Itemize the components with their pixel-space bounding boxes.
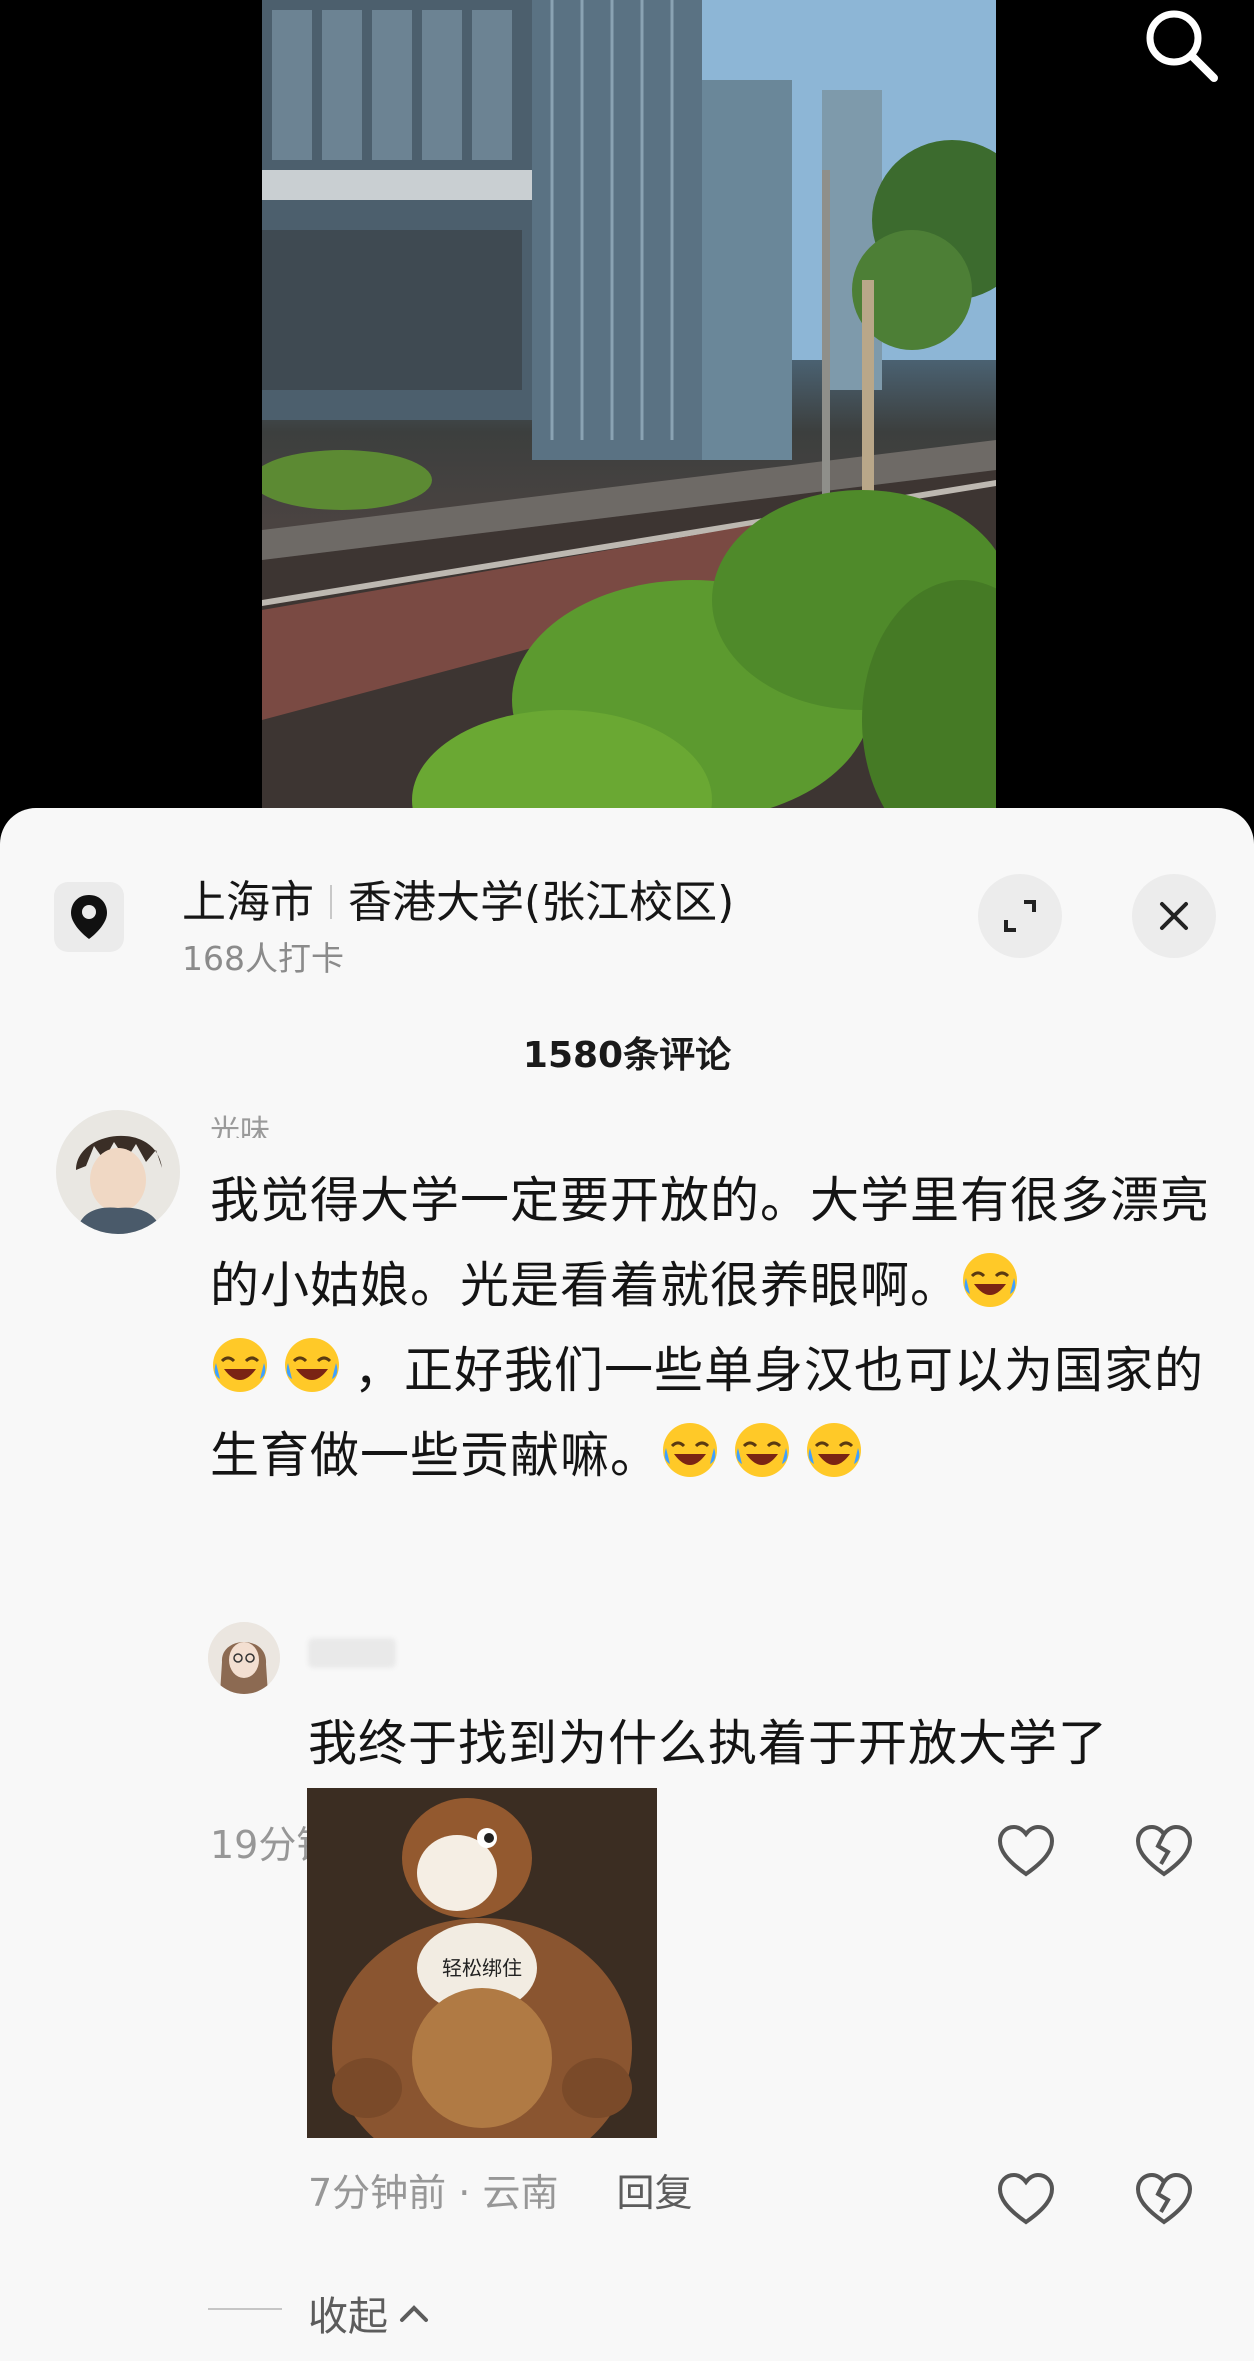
laugh-cry-emoji-icon <box>735 1423 790 1477</box>
like-button[interactable] <box>996 2170 1056 2230</box>
laugh-cry-emoji-icon <box>285 1338 339 1392</box>
close-icon <box>1160 902 1188 930</box>
expand-icon <box>1004 900 1036 932</box>
broken-heart-icon <box>1135 1824 1193 1877</box>
search-icon <box>1146 10 1218 82</box>
comments-sheet: 上海市 香港大学(张江校区) 168人打卡 1580条评论 光味 我觉得大学一定要… <box>0 808 1254 2361</box>
campus-street-scene <box>262 0 996 830</box>
dislike-button[interactable] <box>1134 1822 1194 1882</box>
close-button[interactable] <box>1132 874 1216 958</box>
collapse-button[interactable]: 收起 <box>308 2284 434 2342</box>
location-name: 香港大学(张江校区) <box>348 877 735 928</box>
chevron-up-icon <box>400 2305 428 2322</box>
dislike-button[interactable] <box>1134 2170 1194 2230</box>
location-city: 上海市 <box>182 877 314 928</box>
reply-button[interactable]: 回复 <box>616 2171 692 2215</box>
reply-text: 我终于找到为什么执着于开放大学了 <box>308 1715 1109 1772</box>
comment-count: 1580条评论 <box>522 1035 732 1076</box>
heart-icon <box>997 1824 1055 1877</box>
like-button[interactable] <box>996 1822 1056 1882</box>
reply-sticker-image[interactable]: 轻松绑住 <box>307 1788 657 2138</box>
meta-separator: · <box>446 2171 483 2215</box>
video-thumbnail[interactable] <box>262 0 996 830</box>
broken-heart-icon <box>1135 2172 1193 2225</box>
collapse-divider-line <box>208 2308 282 2310</box>
video-area <box>0 0 1254 830</box>
location-checkins: 168人打卡 <box>182 939 344 978</box>
reply-time: 7分钟前 <box>308 2171 447 2215</box>
search-button[interactable] <box>1140 4 1222 86</box>
heart-icon <box>997 2172 1055 2225</box>
avatar[interactable] <box>56 1110 180 1234</box>
location-pin-icon <box>71 895 107 939</box>
reply-avatar[interactable] <box>208 1622 280 1694</box>
laugh-cry-emoji-icon <box>663 1423 718 1477</box>
laugh-cry-emoji-icon <box>963 1253 1018 1307</box>
comment-text-part1: 我觉得大学一定要开放的。大学里有很多漂亮的小姑娘。光是看着就很养眼啊。 <box>210 1172 1211 1314</box>
avatar-image <box>208 1622 280 1694</box>
location-title[interactable]: 上海市 香港大学(张江校区) <box>182 866 734 930</box>
laugh-cry-emoji-icon <box>213 1338 267 1392</box>
avatar-image <box>56 1110 180 1234</box>
location-separator <box>330 885 332 919</box>
reply-username-blurred[interactable] <box>308 1638 396 1668</box>
laugh-cry-emoji-icon <box>807 1423 862 1477</box>
reply-region: 云南 <box>482 2171 559 2215</box>
comment-text: 我觉得大学一定要开放的。大学里有很多漂亮的小姑娘。光是看着就很养眼啊。 ，正好我… <box>210 1158 1210 1498</box>
expand-button[interactable] <box>978 874 1062 958</box>
location-pin-badge[interactable] <box>54 882 124 952</box>
collapse-label: 收起 <box>308 2294 388 2340</box>
comment-username[interactable]: 光味 <box>210 1106 270 1138</box>
reply-meta: 7分钟前 · 云南 回复 <box>308 2162 692 2217</box>
sticker-caption: 轻松绑住 <box>442 1956 522 1980</box>
